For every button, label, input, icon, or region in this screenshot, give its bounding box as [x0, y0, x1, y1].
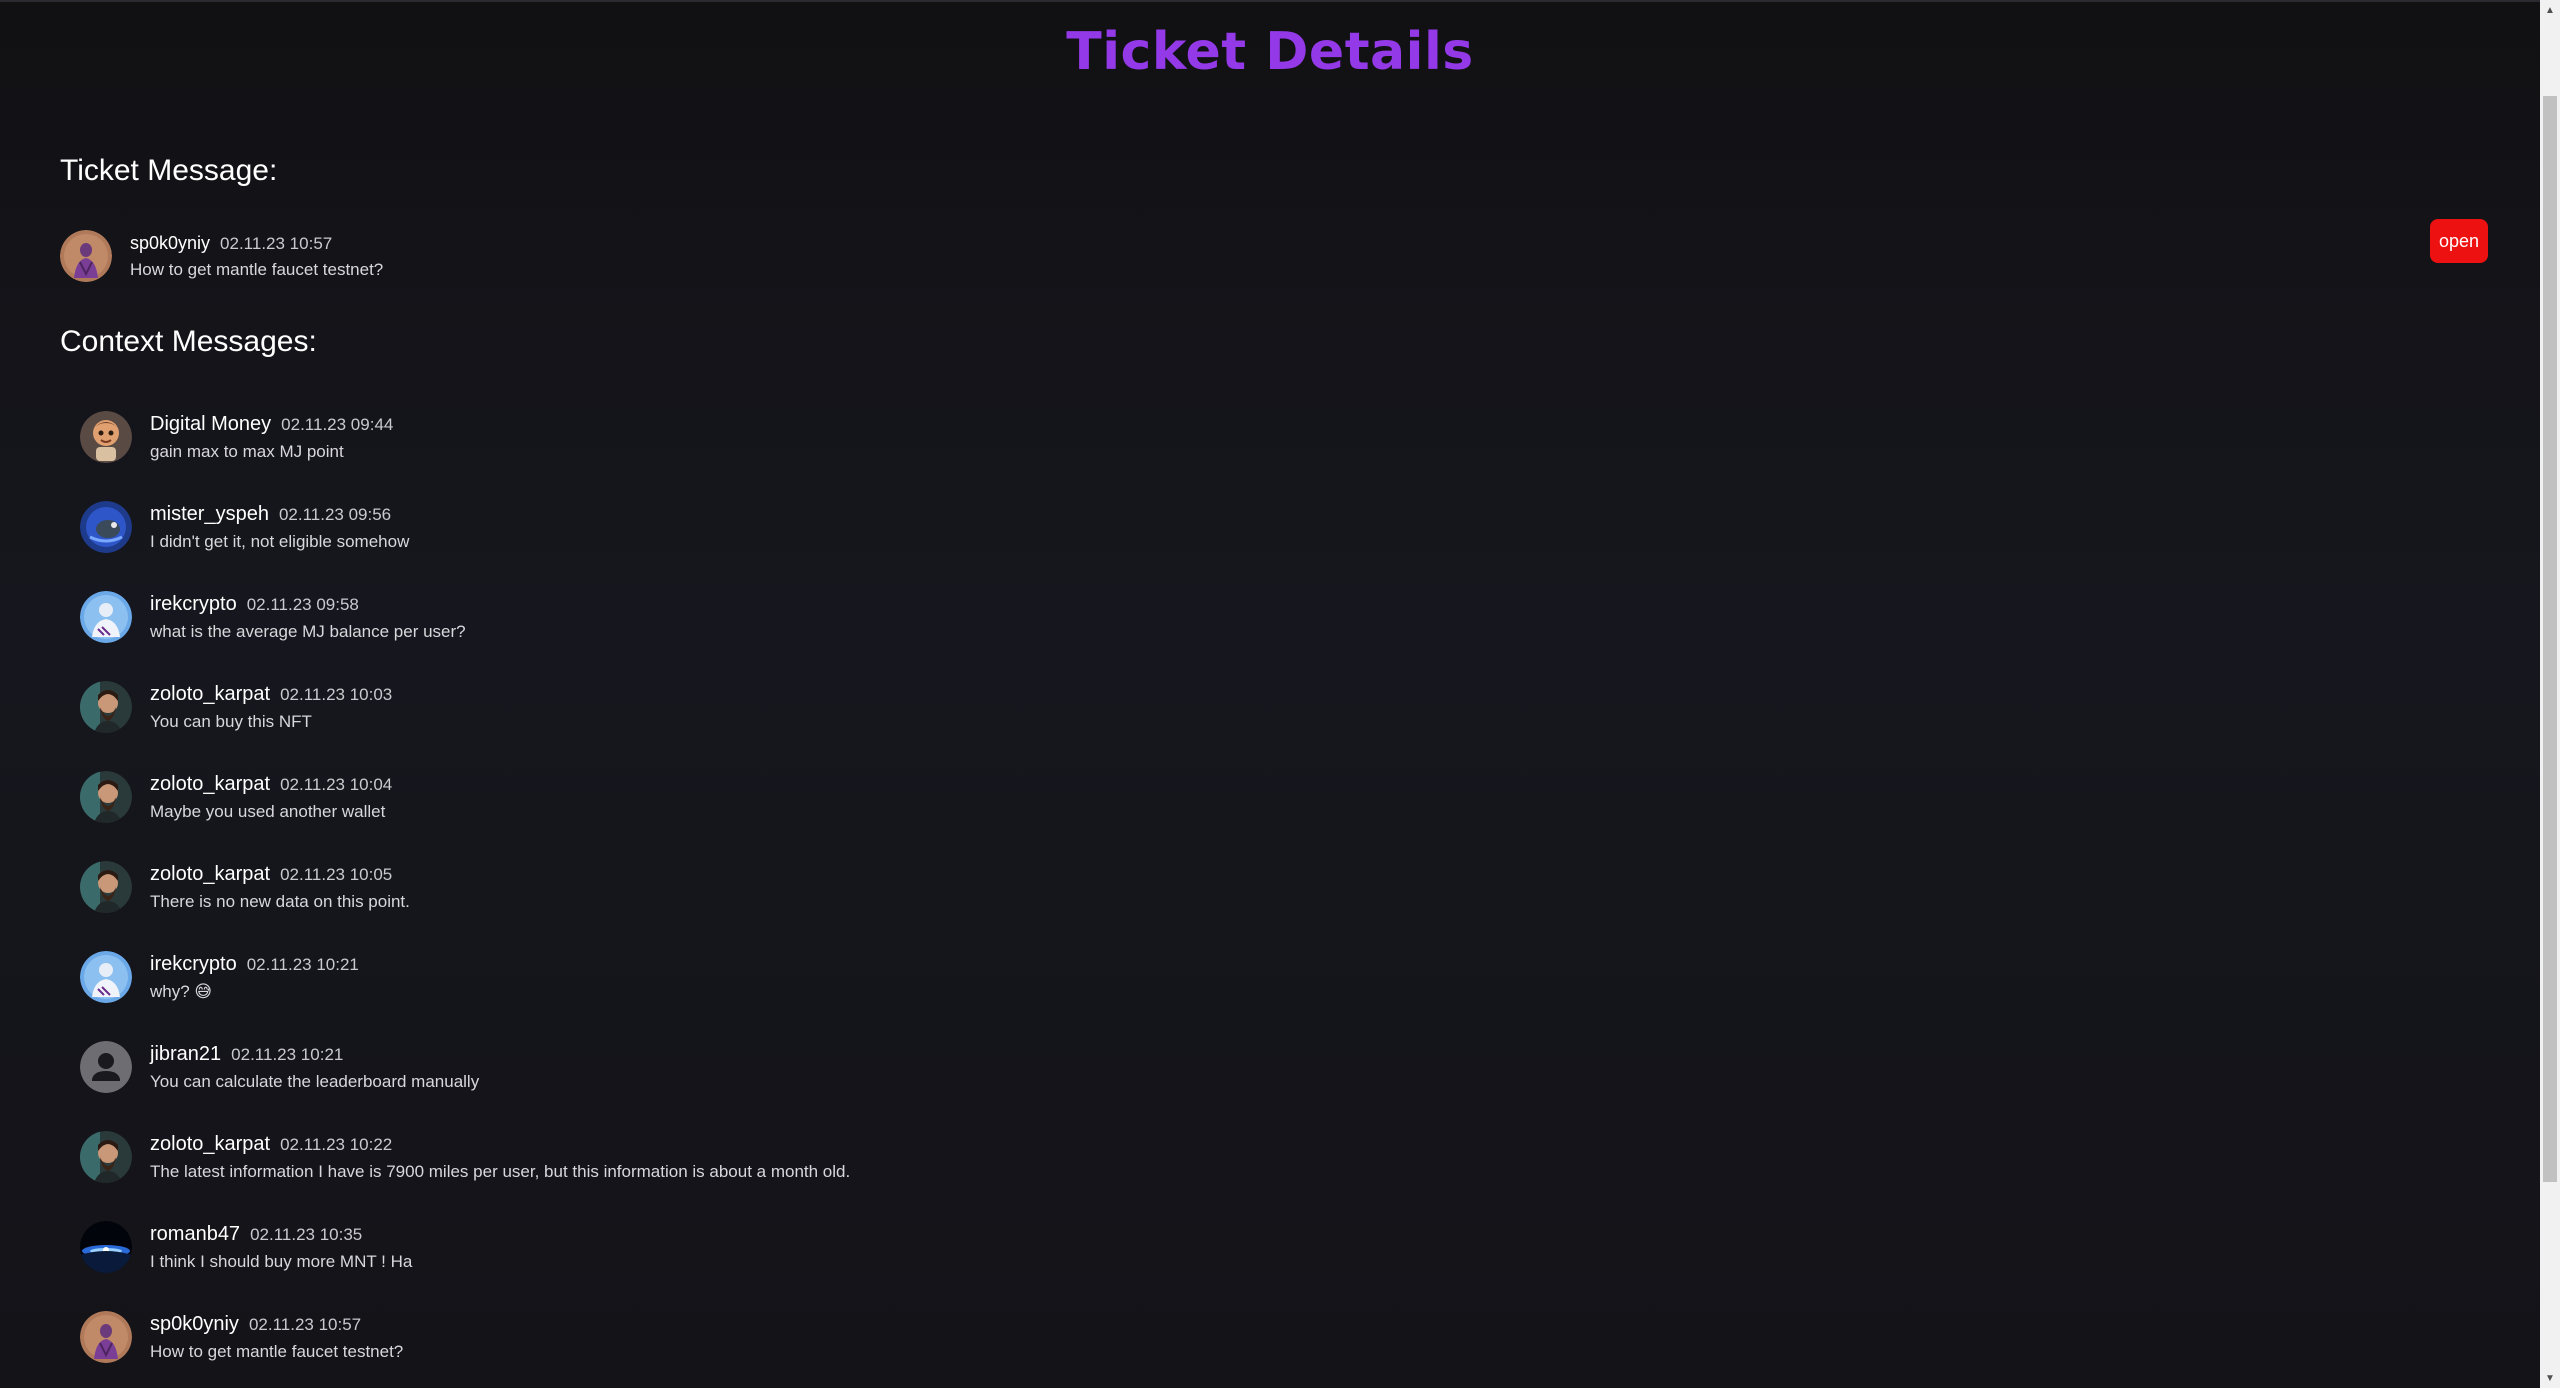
message-text: gain max to max MJ point: [150, 441, 344, 461]
vertical-scrollbar[interactable]: ▲ ▼: [2540, 0, 2560, 1388]
purple-figure-avatar-icon: [60, 230, 112, 282]
bearded-man-avatar-icon: [80, 861, 132, 913]
ticket-details-page: Ticket Details Ticket Message: sp0k0yniy…: [0, 0, 2540, 1388]
message-text: There is no new data on this point.: [150, 891, 410, 911]
message-timestamp: 02.11.23 10:03: [280, 684, 393, 704]
space-planet-avatar-icon: [80, 1221, 132, 1273]
purple-figure-avatar-icon: [80, 1311, 132, 1363]
message-text: The latest information I have is 7900 mi…: [150, 1161, 851, 1181]
message-author: romanb47: [150, 1222, 241, 1245]
cartoon-face-avatar-icon: [80, 411, 132, 463]
message-author: irekcrypto: [150, 952, 237, 975]
message-timestamp: 02.11.23 09:44: [281, 414, 394, 434]
message-author: zoloto_karpat: [150, 1132, 271, 1155]
message-author: mister_yspeh: [150, 502, 269, 525]
message-author: jibran21: [150, 1042, 222, 1065]
message-author: zoloto_karpat: [150, 772, 271, 795]
message-author: Digital Money: [150, 412, 272, 435]
context-message: mister_yspeh 02.11.23 09:56 I didn't get…: [80, 501, 409, 553]
message-text: I think I should buy more MNT ! Ha: [150, 1251, 413, 1271]
context-message: irekcrypto 02.11.23 10:21 why? 😅: [80, 951, 359, 1003]
message-timestamp: 02.11.23 10:35: [250, 1224, 363, 1244]
context-message: zoloto_karpat 02.11.23 10:22 The latest …: [80, 1131, 850, 1183]
message-timestamp: 02.11.23 10:57: [220, 233, 333, 253]
light-blue-avatar-icon: [80, 591, 132, 643]
message-timestamp: 02.11.23 10:21: [246, 954, 359, 974]
ticket-message-heading: Ticket Message:: [60, 154, 278, 187]
page-title: Ticket Details: [1066, 22, 1474, 82]
message-author: irekcrypto: [150, 592, 237, 615]
light-blue-avatar-icon: [80, 951, 132, 1003]
context-message: zoloto_karpat 02.11.23 10:03 You can buy…: [80, 681, 392, 733]
message-text: You can buy this NFT: [150, 711, 312, 731]
ticket-message: sp0k0yniy 02.11.23 10:57 How to get mant…: [60, 230, 383, 282]
message-timestamp: 02.11.23 10:57: [248, 1314, 362, 1334]
bearded-man-avatar-icon: [80, 681, 132, 733]
message-timestamp: 02.11.23 10:21: [231, 1044, 344, 1064]
message-timestamp: 02.11.23 10:05: [280, 864, 393, 884]
message-author: sp0k0yniy: [150, 1312, 239, 1335]
context-message: romanb47 02.11.23 10:35 I think I should…: [80, 1221, 412, 1273]
message-text: How to get mantle faucet testnet?: [130, 259, 384, 279]
context-message: sp0k0yniy 02.11.23 10:57 How to get mant…: [80, 1311, 403, 1363]
bearded-man-avatar-icon: [80, 1131, 132, 1183]
message-timestamp: 02.11.23 09:58: [246, 594, 359, 614]
message-text: How to get mantle faucet testnet?: [150, 1341, 404, 1361]
context-message: Digital Money 02.11.23 09:44 gain max to…: [80, 411, 393, 463]
scrollbar-thumb[interactable]: [2543, 96, 2557, 1182]
message-text: I didn't get it, not eligible somehow: [150, 531, 410, 551]
scroll-down-arrow-icon[interactable]: ▼: [2540, 1368, 2560, 1388]
scroll-up-arrow-icon[interactable]: ▲: [2540, 0, 2560, 20]
message-author: sp0k0yniy: [130, 232, 211, 253]
blue-creature-avatar-icon: [80, 501, 132, 553]
context-messages-heading: Context Messages:: [60, 325, 317, 358]
message-text: Maybe you used another wallet: [150, 801, 386, 821]
message-text: why? 😅: [150, 981, 213, 1001]
message-timestamp: 02.11.23 10:22: [280, 1134, 393, 1154]
default-user-avatar-icon: [80, 1041, 132, 1093]
context-message: irekcrypto 02.11.23 09:58 what is the av…: [80, 591, 466, 643]
message-author: zoloto_karpat: [150, 682, 271, 705]
message-text: You can calculate the leaderboard manual…: [150, 1071, 480, 1091]
message-author: zoloto_karpat: [150, 862, 271, 885]
context-message: zoloto_karpat 02.11.23 10:05 There is no…: [80, 861, 410, 913]
message-timestamp: 02.11.23 09:56: [278, 504, 392, 524]
context-message: zoloto_karpat 02.11.23 10:04 Maybe you u…: [80, 771, 392, 823]
bearded-man-avatar-icon: [80, 771, 132, 823]
message-text: what is the average MJ balance per user?: [150, 621, 466, 641]
status-badge[interactable]: open: [2430, 219, 2488, 263]
message-timestamp: 02.11.23 10:04: [280, 774, 393, 794]
context-message: jibran21 02.11.23 10:21 You can calculat…: [80, 1041, 479, 1093]
